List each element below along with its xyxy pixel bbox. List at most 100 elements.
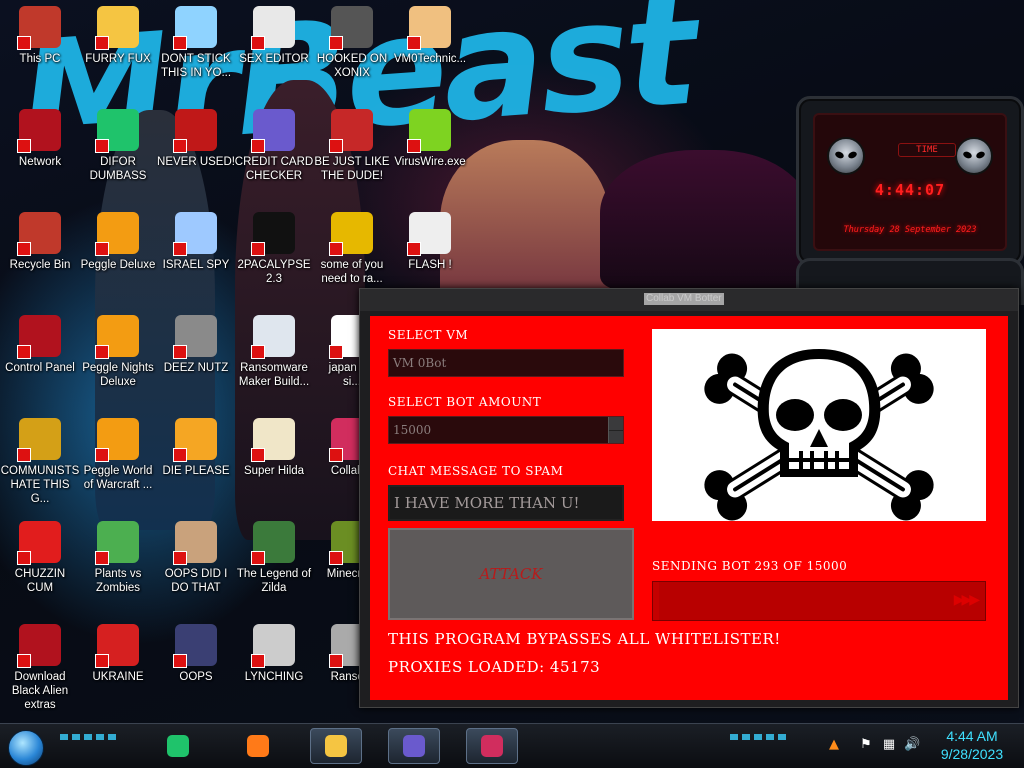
- shortcut-arrow-icon: [407, 139, 421, 153]
- taskbar-firefox[interactable]: [232, 728, 284, 764]
- desktop-icon[interactable]: DIE PLEASE: [156, 418, 236, 478]
- desktop-icon[interactable]: Download Black Alien extras: [0, 624, 80, 712]
- shortcut-arrow-icon: [251, 345, 265, 359]
- desktop-icon[interactable]: DEEZ NUTZ: [156, 315, 236, 375]
- shortcut-arrow-icon: [95, 448, 109, 462]
- pixel-art-icon: [251, 418, 295, 462]
- taskbar-chat-app[interactable]: [152, 728, 204, 764]
- desktop-icon[interactable]: DONT STICK THIS IN YO...: [156, 6, 236, 80]
- money-bag-icon: [17, 418, 61, 462]
- desktop-icon[interactable]: 2PACALYPSE 2.3: [234, 212, 314, 286]
- shortcut-arrow-icon: [95, 242, 109, 256]
- desktop-icon[interactable]: Super Hilda: [234, 418, 314, 478]
- shortcut-arrow-icon: [173, 139, 187, 153]
- desktop-icon[interactable]: Control Panel: [0, 315, 80, 375]
- chat-message-input[interactable]: I HAVE MORE THAN U!: [388, 485, 624, 521]
- game-icon: [329, 6, 373, 50]
- desktop-icon-label: Peggle Deluxe: [80, 259, 156, 271]
- taskbar-clock[interactable]: 4:44 AM 9/28/2023: [930, 727, 1014, 763]
- desktop-icon-label: DONT STICK THIS IN YO...: [160, 53, 232, 79]
- taskbar-date: 9/28/2023: [940, 746, 1004, 762]
- desktop-icon-label: DIE PLEASE: [162, 465, 230, 477]
- shortcut-arrow-icon: [95, 36, 109, 50]
- taskbar-credit-card-checker[interactable]: [388, 728, 440, 764]
- tray-flag-icon[interactable]: ⚑: [858, 737, 874, 753]
- desktop-icon[interactable]: Peggle World of Warcraft ...: [78, 418, 158, 492]
- select-vm-input[interactable]: VM 0Bot: [388, 349, 624, 377]
- doctor-icon: [407, 6, 451, 50]
- shortcut-arrow-icon: [251, 242, 265, 256]
- desktop-icon[interactable]: NEVER USED!: [156, 109, 236, 169]
- desktop-icon[interactable]: Network: [0, 109, 80, 169]
- shortcut-arrow-icon: [407, 242, 421, 256]
- desktop-icon[interactable]: UKRAINE: [78, 624, 158, 684]
- desktop-icon-label: CHUZZIN CUM: [14, 568, 66, 594]
- start-button[interactable]: [8, 730, 44, 766]
- desktop-icon-label: Ransomware Maker Build...: [238, 362, 310, 388]
- send-progress-bar: ▶▶▶: [652, 581, 986, 621]
- portrait-icon: [173, 521, 217, 565]
- de-icon: [173, 418, 217, 462]
- desktop-icon-label: Peggle World of Warcraft ...: [83, 465, 153, 491]
- desktop-icon[interactable]: DIFOR DUMBASS: [78, 109, 158, 183]
- desktop-icon[interactable]: Recycle Bin: [0, 212, 80, 272]
- desktop-icon[interactable]: BE JUST LIKE THE DUDE!: [312, 109, 392, 183]
- window-titlebar[interactable]: Collab VM Botter: [360, 289, 1018, 311]
- shortcut-arrow-icon: [95, 139, 109, 153]
- desktop-icon[interactable]: OOPS: [156, 624, 236, 684]
- desktop-icon[interactable]: The Legend of Zilda: [234, 521, 314, 595]
- taskbar-file-explorer[interactable]: [310, 728, 362, 764]
- taskbar-collab-vm[interactable]: [466, 728, 518, 764]
- desktop-icon[interactable]: Ransomware Maker Build...: [234, 315, 314, 389]
- desktop-icon[interactable]: CHUZZIN CUM: [0, 521, 80, 595]
- desktop-icon[interactable]: SEX EDITOR: [234, 6, 314, 66]
- shortcut-arrow-icon: [329, 654, 343, 668]
- select-vm-label: SELECT VM: [388, 328, 469, 342]
- desktop-icon-label: DIFOR DUMBASS: [89, 156, 147, 182]
- skull-image: [652, 329, 986, 521]
- shortcut-arrow-icon: [251, 551, 265, 565]
- window-title: Collab VM Botter: [644, 293, 724, 305]
- tray-volume-icon[interactable]: 🔊: [904, 737, 920, 753]
- shortcut-arrow-icon: [173, 448, 187, 462]
- bot-amount-stepper[interactable]: 15000: [388, 416, 624, 444]
- hex-editor-icon: [251, 6, 295, 50]
- desktop-icon-label: some of you need to ra...: [320, 259, 384, 285]
- desktop-icon[interactable]: HOOKED ON XONIX: [312, 6, 392, 80]
- shortcut-arrow-icon: [95, 654, 109, 668]
- chat-message-label: CHAT MESSAGE TO SPAM: [388, 464, 564, 478]
- chat-app-icon: [167, 735, 189, 757]
- shortcut-arrow-icon: [17, 36, 31, 50]
- stepper-arrows-icon[interactable]: [608, 417, 623, 443]
- app-icon: [173, 624, 217, 668]
- desktop-icon-label: BE JUST LIKE THE DUDE!: [314, 156, 390, 182]
- desktop-icon[interactable]: FURRY FUX: [78, 6, 158, 66]
- desktop-icon[interactable]: CREDIT CARD CHECKER: [234, 109, 314, 183]
- collab-vm-botter-window[interactable]: Collab VM Botter SELECT VM VM 0Bot SELEC…: [359, 288, 1019, 708]
- desktop-icon[interactable]: VM0Technic...: [390, 6, 470, 66]
- attack-button[interactable]: ATTACK: [388, 528, 634, 620]
- desktop-icon[interactable]: ISRAEL SPY: [156, 212, 236, 272]
- desktop-icon[interactable]: Peggle Nights Deluxe: [78, 315, 158, 389]
- desktop-icon-label: VirusWire.exe: [394, 156, 466, 168]
- tray-app-icon[interactable]: ▲: [826, 737, 842, 753]
- progress-arrow-icon: ▶▶▶: [953, 592, 980, 608]
- clock-date: Thursday 28 September 2023: [843, 225, 977, 235]
- desktop-icon-label: HOOKED ON XONIX: [316, 53, 388, 79]
- desktop-icon[interactable]: Plants vs Zombies: [78, 521, 158, 595]
- desktop-icon[interactable]: VirusWire.exe: [390, 109, 470, 169]
- folder-icon: [325, 735, 347, 757]
- desktop-icon[interactable]: LYNCHING: [234, 624, 314, 684]
- clock-gadget[interactable]: TIME 4:44:07 Thursday 28 September 2023: [796, 96, 1024, 266]
- desktop-icon[interactable]: COMMUNISTS HATE THIS G...: [0, 418, 80, 506]
- desktop-icon[interactable]: OOPS DID I DO THAT: [156, 521, 236, 595]
- desktop-icon[interactable]: This PC: [0, 6, 80, 66]
- lime-icon: [407, 109, 451, 153]
- desktop-icon[interactable]: FLASH !: [390, 212, 470, 272]
- cartoon-face-icon: [173, 6, 217, 50]
- alien-download-icon: [17, 624, 61, 668]
- desktop-icon-label: LYNCHING: [244, 671, 304, 683]
- desktop-icon[interactable]: Peggle Deluxe: [78, 212, 158, 272]
- desktop-icon[interactable]: some of you need to ra...: [312, 212, 392, 286]
- tray-network-icon[interactable]: ▦: [881, 737, 897, 753]
